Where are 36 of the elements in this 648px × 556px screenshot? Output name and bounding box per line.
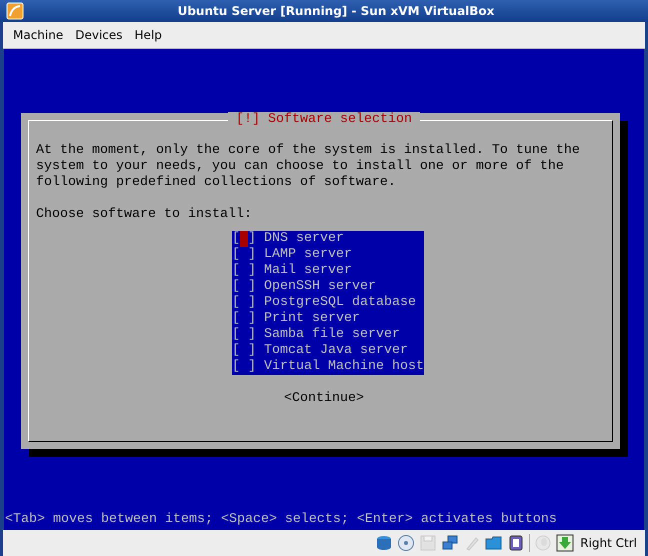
folder-icon[interactable] bbox=[485, 534, 504, 552]
software-option[interactable]: [ ] Virtual Machine host bbox=[232, 359, 424, 375]
software-option[interactable]: [ ] PostgreSQL database bbox=[232, 295, 424, 311]
checkbox[interactable]: [ ] bbox=[232, 263, 256, 279]
menu-item[interactable]: Devices bbox=[71, 26, 127, 44]
menu-item[interactable]: Help bbox=[130, 26, 166, 44]
network-icon[interactable] bbox=[441, 534, 460, 552]
menu-item[interactable]: Machine bbox=[9, 26, 68, 44]
dialog-message: At the moment, only the core of the system is installed. To tune the system to your needs, you can choose to install one or more of the following predefined collections of software. bbox=[36, 143, 581, 191]
checkbox[interactable]: [ ] bbox=[232, 327, 256, 343]
checkbox[interactable]: [ ] bbox=[232, 279, 256, 295]
key-hint: <Tab> moves between items; <Space> selects; <Enter> activates buttons bbox=[5, 512, 558, 528]
software-option[interactable]: [ ] Mail server bbox=[232, 263, 424, 279]
host-key-label: Right Ctrl bbox=[580, 536, 637, 550]
checkbox[interactable]: [ ] bbox=[232, 295, 256, 311]
checkbox[interactable]: [ ] bbox=[232, 311, 256, 327]
checkbox[interactable]: [ ] bbox=[232, 359, 256, 375]
checkbox[interactable]: [ ] bbox=[232, 247, 256, 263]
disk-icon[interactable] bbox=[375, 534, 394, 552]
status-separator bbox=[529, 534, 530, 552]
dialog-title: [!] Software selection bbox=[228, 112, 420, 128]
software-option[interactable]: [ ] Samba file server bbox=[232, 327, 424, 343]
checkbox[interactable]: [ ] bbox=[232, 343, 256, 359]
software-option[interactable]: [ ] DNS server bbox=[232, 231, 424, 247]
software-option[interactable]: [ ] OpenSSH server bbox=[232, 279, 424, 295]
prompt-text: Choose software to install: bbox=[36, 207, 252, 223]
continue-button[interactable]: <Continue> bbox=[284, 391, 364, 407]
checkbox[interactable]: [ ] bbox=[232, 231, 256, 247]
window-title: Ubuntu Server [Running] - Sun xVM VirtualBox bbox=[176, 4, 496, 18]
software-option[interactable]: [ ] Tomcat Java server bbox=[232, 343, 424, 359]
down-arrow-icon[interactable] bbox=[556, 534, 574, 552]
app-icon bbox=[6, 2, 24, 20]
software-option[interactable]: [ ] LAMP server bbox=[232, 247, 424, 263]
chip-icon[interactable] bbox=[507, 534, 526, 552]
software-option[interactable]: [ ] Print server bbox=[232, 311, 424, 327]
cd-icon[interactable] bbox=[397, 534, 416, 552]
